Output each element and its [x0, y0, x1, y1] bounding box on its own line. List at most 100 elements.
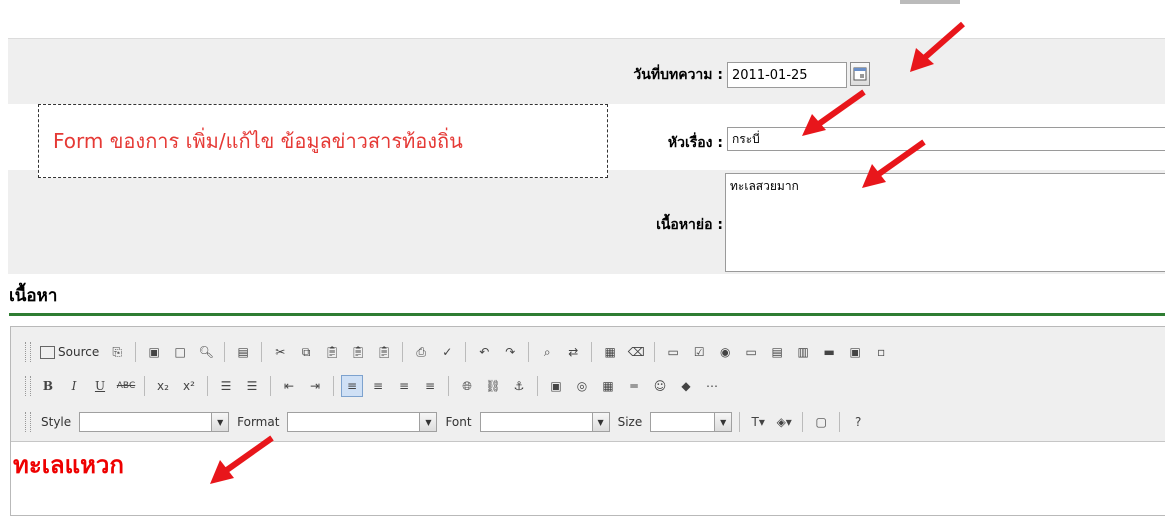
save-icon[interactable]: ▣ [143, 341, 165, 363]
find-icon[interactable]: ⌕ [536, 341, 558, 363]
align-center-icon[interactable]: ≡ [367, 375, 389, 397]
remove-format-icon[interactable]: ⌫ [625, 341, 647, 363]
bold-icon[interactable]: B [37, 375, 59, 397]
date-label: วันที่บทความ : [633, 67, 723, 83]
arrow-icon [802, 89, 866, 136]
separator [465, 342, 467, 362]
source-icon [40, 345, 55, 359]
link-icon[interactable]: 🌐︎ [456, 375, 478, 397]
separator [402, 342, 404, 362]
arrow-icon [862, 139, 926, 188]
date-input[interactable] [727, 62, 847, 88]
font-label: Font [445, 415, 472, 429]
help-icon[interactable]: ? [847, 411, 869, 433]
format-select[interactable]: ▼ [287, 412, 438, 432]
calendar-icon [853, 67, 867, 81]
form-icon[interactable]: ▭ [662, 341, 684, 363]
chevron-down-icon: ▼ [211, 413, 229, 431]
text-color-icon[interactable]: T▾ [747, 411, 769, 433]
superscript-icon[interactable]: x² [178, 375, 200, 397]
checkbox-icon[interactable]: ☑ [688, 341, 710, 363]
image-button-icon[interactable]: ▣ [844, 341, 866, 363]
separator [537, 376, 538, 396]
format-label: Format [237, 415, 280, 429]
separator [135, 342, 137, 362]
date-row [8, 38, 1165, 105]
separator [207, 376, 208, 396]
section-title: เนื้อหา [9, 286, 58, 306]
anchor-icon[interactable]: ⚓ [508, 375, 530, 397]
hidden-field-icon[interactable]: ▫ [870, 341, 892, 363]
source-label: Source [58, 345, 100, 359]
textfield-icon[interactable]: ▭ [740, 341, 762, 363]
spellcheck-icon[interactable]: ✓ [436, 341, 458, 363]
align-justify-icon[interactable]: ≡ [419, 375, 441, 397]
separator [224, 342, 226, 362]
separator [591, 342, 593, 362]
select-field-icon[interactable]: ▥ [792, 341, 814, 363]
select-all-icon[interactable]: ▦ [599, 341, 621, 363]
redo-icon[interactable]: ↷ [499, 341, 521, 363]
unlink-icon[interactable]: ⛓ [482, 375, 504, 397]
table-icon[interactable]: ▦ [597, 375, 619, 397]
title-label: หัวเรื่อง : [667, 135, 723, 151]
separator [654, 342, 656, 362]
outdent-icon[interactable]: ⇤ [278, 375, 300, 397]
replace-icon[interactable]: ⇄ [562, 341, 584, 363]
italic-icon[interactable]: I [63, 375, 85, 397]
paste-text-icon[interactable]: 📋︎ [347, 341, 369, 363]
image-icon[interactable]: ▣ [545, 375, 567, 397]
underline-icon[interactable]: U [89, 375, 111, 397]
toolbar-grip[interactable] [25, 342, 31, 362]
textarea-icon[interactable]: ▤ [766, 341, 788, 363]
preview-icon[interactable]: 🔍︎ [195, 341, 217, 363]
smiley-icon[interactable]: ☺ [649, 375, 671, 397]
calendar-button[interactable] [850, 62, 870, 86]
cut-icon[interactable]: ✂ [269, 341, 291, 363]
new-page-icon[interactable]: □ [169, 341, 191, 363]
maximize-icon[interactable]: ▢ [810, 411, 832, 433]
toolbar-grip[interactable] [25, 412, 31, 432]
size-select[interactable]: ▼ [650, 412, 733, 432]
indent-icon[interactable]: ⇥ [304, 375, 326, 397]
flash-icon[interactable]: ◎ [571, 375, 593, 397]
chevron-down-icon: ▼ [419, 413, 437, 431]
bulleted-list-icon[interactable]: ☰ [241, 375, 263, 397]
summary-label: เนื้อหาย่อ : [656, 217, 723, 233]
radio-icon[interactable]: ◉ [714, 341, 736, 363]
paste-word-icon[interactable]: 📋︎ [373, 341, 395, 363]
page-break-icon[interactable]: ⋯ [701, 375, 723, 397]
paste-disabled-icon[interactable]: ⎘ [106, 341, 128, 363]
special-char-icon[interactable]: ◆ [675, 375, 697, 397]
source-button[interactable]: Source [37, 341, 102, 363]
templates-icon[interactable]: ▤ [232, 341, 254, 363]
annotation-text: Form ของการ เพิ่ม/แก้ไข ข้อมูลข่าวสารท้อ… [53, 129, 463, 153]
toolbar-grip[interactable] [25, 376, 31, 396]
separator [739, 412, 741, 432]
cropped-top-mark [900, 0, 960, 4]
copy-icon[interactable]: ⧉ [295, 341, 317, 363]
numbered-list-icon[interactable]: ☰ [215, 375, 237, 397]
subscript-icon[interactable]: x₂ [152, 375, 174, 397]
align-left-icon[interactable]: ≡ [341, 375, 363, 397]
separator [333, 376, 334, 396]
undo-icon[interactable]: ↶ [473, 341, 495, 363]
align-right-icon[interactable]: ≡ [393, 375, 415, 397]
print-icon[interactable]: ⎙ [410, 341, 432, 363]
style-select[interactable]: ▼ [79, 412, 230, 432]
chevron-down-icon: ▼ [591, 413, 609, 431]
editor-content[interactable]: ทะเลแหวก [13, 445, 124, 484]
summary-textarea[interactable]: ทะเลสวยมาก [725, 173, 1165, 272]
paste-icon[interactable]: 📋︎ [321, 341, 343, 363]
title-input[interactable] [727, 127, 1165, 151]
toolbar-row-3: Style ▼ Format ▼ Font ▼ Size ▼ T▾ ◈▾ ▢ ? [25, 409, 869, 435]
separator [528, 342, 530, 362]
font-select[interactable]: ▼ [479, 412, 610, 432]
background-color-icon[interactable]: ◈▾ [773, 411, 795, 433]
strikethrough-icon[interactable]: ABC [115, 375, 137, 397]
separator [270, 376, 271, 396]
editor-toolbar: Source ⎘ ▣ □ 🔍︎ ▤ ✂ ⧉ 📋︎ 📋︎ 📋︎ ⎙ ✓ ↶ ↷ ⌕… [11, 327, 1165, 442]
button-field-icon[interactable]: ▬ [818, 341, 840, 363]
horizontal-rule-icon[interactable]: ═ [623, 375, 645, 397]
section-divider [9, 313, 1165, 316]
